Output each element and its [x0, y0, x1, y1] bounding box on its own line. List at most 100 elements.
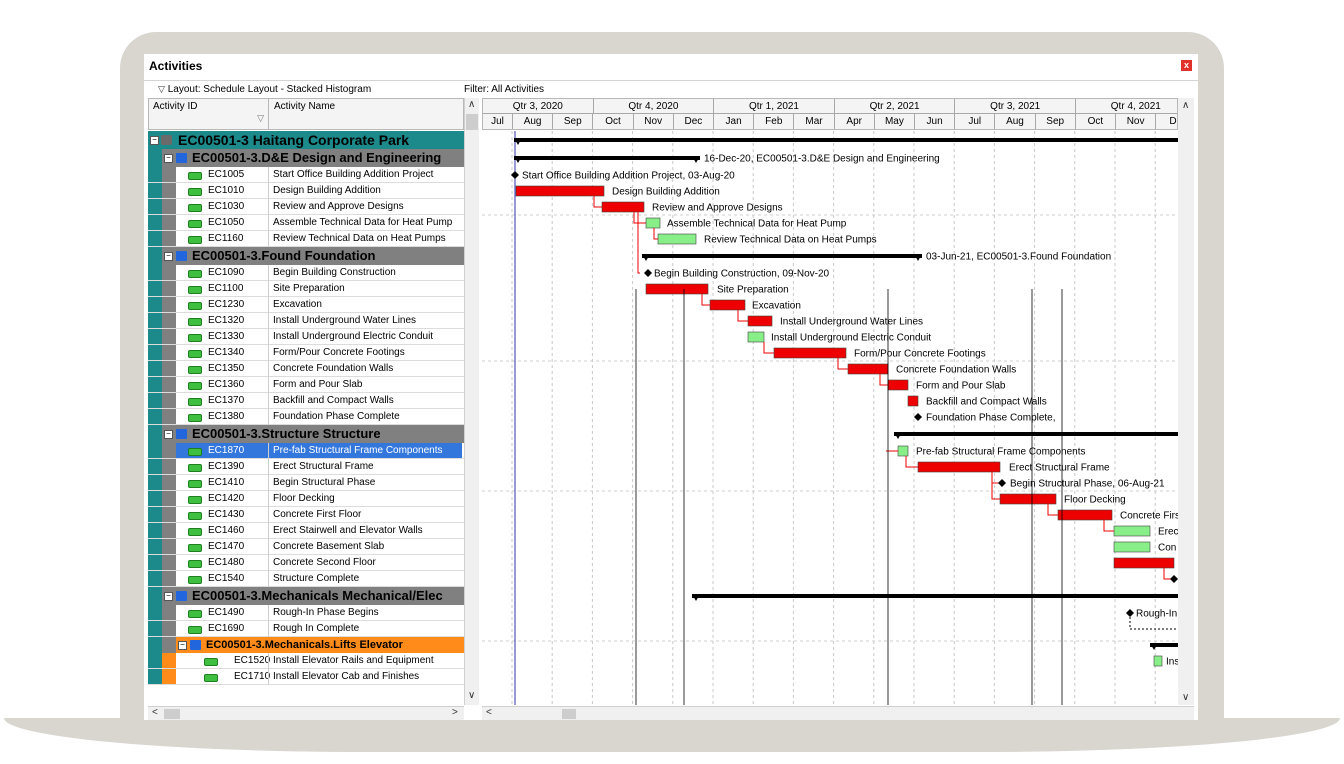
collapse-icon[interactable]: −	[164, 154, 173, 163]
activity-id: EC1010	[208, 185, 245, 196]
activity-id: EC1380	[208, 411, 245, 422]
indent-band	[162, 507, 176, 522]
table-horizontal-scrollbar[interactable]: < >	[148, 706, 464, 720]
month-label: Jul	[955, 114, 996, 129]
activity-row[interactable]: EC1460 Erect Stairwell and Elevator Walls	[148, 523, 464, 539]
activity-id: EC1490	[208, 607, 245, 618]
activity-row[interactable]: EC1005 Start Office Building Addition Pro…	[148, 167, 464, 183]
activity-row[interactable]: EC1320 Install Underground Water Lines	[148, 313, 464, 329]
scroll-up-icon[interactable]: ∧	[1182, 100, 1189, 111]
activity-bar	[847, 363, 889, 375]
activity-row[interactable]: EC1100 Site Preparation	[148, 281, 464, 297]
wbs-row[interactable]: − EC00501-3.D&E Design and Engineering	[148, 149, 464, 167]
activity-row[interactable]: EC1410 Begin Structural Phase	[148, 475, 464, 491]
activity-row[interactable]: EC1520 Install Elevator Rails and Equipme…	[148, 653, 464, 669]
indent-band	[162, 183, 176, 198]
bar-label: Begin Building Construction, 09-Nov-20	[654, 269, 830, 280]
activity-row[interactable]: EC1160 Review Technical Data on Heat Pump…	[148, 231, 464, 247]
indent-band	[162, 621, 176, 636]
activity-row[interactable]: EC1390 Erect Structural Frame	[148, 459, 464, 475]
month-label: Dec	[674, 114, 714, 129]
activity-row[interactable]: EC1380 Foundation Phase Complete	[148, 409, 464, 425]
bar-label: Design Building Addition	[612, 187, 720, 198]
collapse-icon[interactable]: −	[150, 136, 159, 145]
activity-icon	[188, 286, 202, 294]
activity-id: EC1030	[208, 201, 245, 212]
activity-row[interactable]: EC1340 Form/Pour Concrete Footings	[148, 345, 464, 361]
laptop-base	[4, 718, 1340, 752]
collapse-icon[interactable]: −	[164, 252, 173, 261]
activity-name: Rough-In Phase Begins	[268, 605, 462, 621]
indent-band	[148, 555, 162, 570]
scroll-thumb[interactable]	[466, 114, 478, 130]
scroll-down-icon[interactable]: ∨	[468, 690, 475, 701]
activity-row[interactable]: EC1490 Rough-In Phase Begins	[148, 605, 464, 621]
scroll-down-icon[interactable]: ∨	[1182, 692, 1189, 703]
indent-band	[162, 231, 176, 246]
indent-band	[148, 475, 162, 490]
activity-row[interactable]: EC1350 Concrete Foundation Walls	[148, 361, 464, 377]
activity-row[interactable]: EC1870 Pre-fab Structural Frame Component…	[148, 443, 464, 459]
activity-row[interactable]: EC1420 Floor Decking	[148, 491, 464, 507]
gantt-horizontal-scrollbar[interactable]: <	[482, 706, 1194, 720]
activity-row[interactable]: EC1050 Assemble Technical Data for Heat P…	[148, 215, 464, 231]
scroll-left-icon[interactable]: <	[486, 707, 492, 718]
activity-row[interactable]: EC1690 Rough In Complete	[148, 621, 464, 637]
activity-row[interactable]: EC1010 Design Building Addition	[148, 183, 464, 199]
month-label: Sep	[1036, 114, 1076, 129]
activity-row[interactable]: EC1360 Form and Pour Slab	[148, 377, 464, 393]
indent-band	[148, 313, 162, 328]
wbs-label: EC00501-3.Structure Structure	[192, 426, 381, 441]
activity-icon	[188, 610, 202, 618]
activity-row[interactable]: EC1330 Install Underground Electric Condu…	[148, 329, 464, 345]
wbs-row[interactable]: − EC00501-3.Mechanicals Mechanical/Elec	[148, 587, 464, 605]
collapse-icon[interactable]: −	[164, 430, 173, 439]
activity-row[interactable]: EC1540 Structure Complete	[148, 571, 464, 587]
bar-label: 16-Dec-20, EC00501-3.D&E Design and Engi…	[704, 154, 940, 165]
scroll-up-icon[interactable]: ∧	[468, 99, 475, 110]
indent-band	[162, 409, 176, 424]
column-header-activity-id[interactable]: Activity ID ▽	[149, 99, 269, 129]
activity-row[interactable]: EC1710 Install Elevator Cab and Finishes	[148, 669, 464, 685]
indent-band	[148, 621, 162, 636]
activity-id: EC1420	[208, 493, 245, 504]
scroll-right-icon[interactable]: >	[452, 707, 458, 718]
layout-dropdown[interactable]: ▽ Layout: Schedule Layout - Stacked Hist…	[148, 84, 462, 98]
wbs-summary-bar	[514, 156, 700, 160]
bar-label: Concrete Foundation Walls	[896, 365, 1016, 376]
project-row[interactable]: − EC00501-3 Haitang Corporate Park	[148, 131, 464, 149]
activity-row[interactable]: EC1090 Begin Building Construction	[148, 265, 464, 281]
activity-name: Site Preparation	[268, 281, 462, 297]
collapse-icon[interactable]: −	[164, 592, 173, 601]
scroll-left-icon[interactable]: <	[152, 707, 158, 718]
relationship-line	[1103, 520, 1114, 532]
wbs-row[interactable]: − EC00501-3.Mechanicals.Lifts Elevator	[148, 637, 464, 653]
activity-row[interactable]: EC1480 Concrete Second Floor	[148, 555, 464, 571]
activity-icon	[188, 528, 202, 536]
activities-window: Activities x ▽ Layout: Schedule Layout -…	[144, 54, 1198, 720]
activity-row[interactable]: EC1470 Concrete Basement Slab	[148, 539, 464, 555]
column-header-activity-name[interactable]: Activity Name	[270, 99, 462, 129]
month-label: Jun	[915, 114, 956, 129]
column-label-activity-id: Activity ID	[153, 101, 198, 112]
activity-row[interactable]: EC1430 Concrete First Floor	[148, 507, 464, 523]
activity-row[interactable]: EC1030 Review and Approve Designs	[148, 199, 464, 215]
activity-icon	[188, 512, 202, 520]
month-label: Aug	[513, 114, 554, 129]
activity-bar	[897, 445, 909, 457]
scroll-thumb[interactable]	[164, 709, 180, 719]
activity-row[interactable]: EC1230 Excavation	[148, 297, 464, 313]
wbs-row[interactable]: − EC00501-3.Found Foundation	[148, 247, 464, 265]
scroll-thumb[interactable]	[562, 709, 576, 719]
collapse-icon[interactable]: −	[178, 641, 187, 650]
wbs-row[interactable]: − EC00501-3.Structure Structure	[148, 425, 464, 443]
gantt-vertical-scrollbar[interactable]: ∧ ∨	[1178, 98, 1194, 705]
bar-label: Form and Pour Slab	[916, 381, 1006, 392]
indent-band	[148, 167, 162, 182]
layout-label: Layout: Schedule Layout - Stacked Histog…	[167, 84, 372, 95]
close-icon[interactable]: x	[1181, 60, 1192, 71]
table-vertical-scrollbar[interactable]: ∧ ∨	[464, 98, 479, 705]
activity-row[interactable]: EC1370 Backfill and Compact Walls	[148, 393, 464, 409]
indent-band	[162, 539, 176, 554]
bar-label: Begin Structural Phase, 06-Aug-21	[1010, 479, 1165, 490]
